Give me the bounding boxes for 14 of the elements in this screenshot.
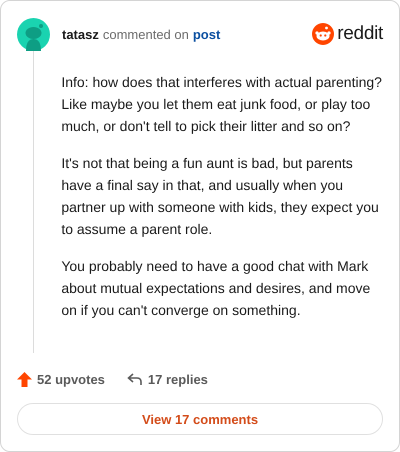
upvote-icon[interactable] [17,372,32,386]
brand-name: reddit [337,23,383,45]
comment-paragraph: You probably need to have a good chat with Mark about mutual expectations and desires, and move on if you can't converge on something. [61,257,372,320]
reply-icon[interactable] [126,372,143,386]
username[interactable]: tatasz [62,26,99,42]
reply-count: 17 replies [148,372,208,386]
avatar-icon [17,18,50,50]
post-link[interactable]: post [192,26,220,42]
comment-paragraph: Info: how does that interferes with actual parenting? Like maybe you let them eat junk food, or play too much, or don't tell to pick their litter and so on? [61,73,383,136]
alien-logo-icon [312,23,334,45]
action-text: commented on [102,26,189,42]
comment-paragraph: It's not that being a fun aunt is bad, but parents have a final say in that, and usually when you partner up with someone with kids, they expect you to assume a parent role. [61,154,380,239]
upvote-count: 52 upvotes [37,372,105,386]
view-comments-button[interactable]: View 17 comments [17,403,383,435]
